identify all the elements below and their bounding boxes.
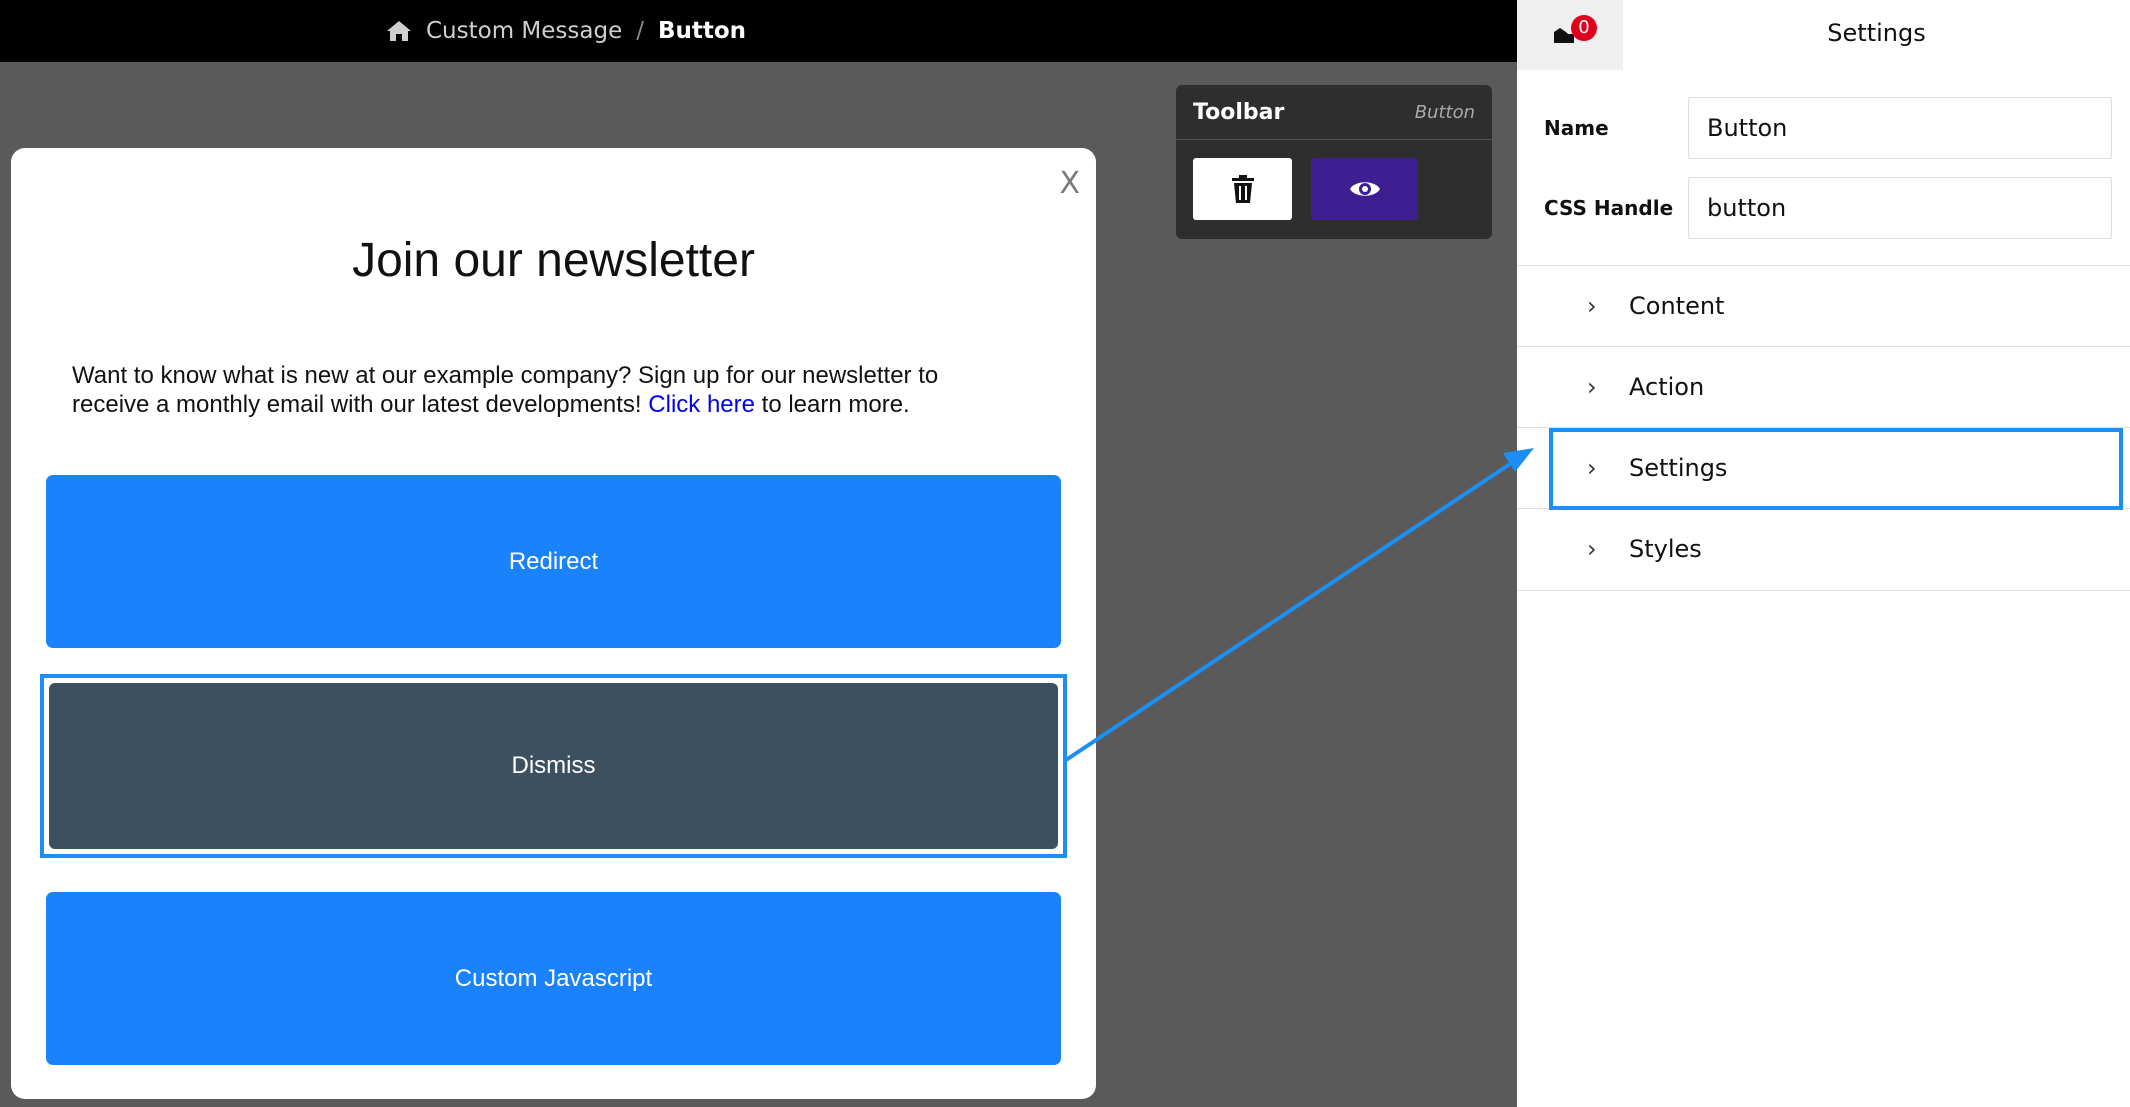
section-action[interactable]: › Action (1517, 347, 2130, 427)
toolbar-subtitle: Button (1414, 101, 1475, 123)
custom-javascript-button[interactable]: Custom Javascript (46, 892, 1061, 1065)
name-label: Name (1544, 116, 1609, 140)
toolbar-header: Toolbar Button (1176, 85, 1492, 140)
click-here-link[interactable]: Click here (648, 391, 755, 418)
breadcrumb-separator: / (636, 18, 644, 44)
breadcrumb-parent[interactable]: Custom Message (426, 18, 622, 44)
panel-title: Settings (1827, 19, 1926, 47)
delete-button[interactable] (1193, 158, 1292, 220)
newsletter-modal: X Join our newsletter Want to know what … (11, 148, 1096, 1099)
dismiss-button[interactable]: Dismiss (48, 682, 1059, 850)
section-styles[interactable]: › Styles (1517, 509, 2130, 589)
modal-body-suffix: to learn more. (761, 391, 910, 418)
element-toolbar: Toolbar Button (1176, 85, 1492, 239)
chevron-right-icon: › (1587, 535, 1597, 563)
section-action-label: Action (1629, 373, 1705, 401)
notifications-tab[interactable]: 0 (1517, 0, 1623, 70)
settings-highlight-box (1549, 428, 2123, 510)
breadcrumb-current: Button (657, 18, 747, 44)
notification-badge: 0 (1571, 15, 1597, 41)
section-content[interactable]: › Content (1517, 266, 2130, 346)
modal-title: Join our newsletter (352, 234, 755, 287)
settings-panel: 0 Settings Name CSS Handle › Content › A… (1517, 0, 2130, 1107)
toolbar-title: Toolbar (1193, 99, 1285, 125)
divider (1517, 590, 2130, 591)
chevron-right-icon: › (1587, 373, 1597, 401)
eye-icon (1349, 182, 1380, 196)
preview-button[interactable] (1311, 158, 1418, 220)
trash-icon (1231, 175, 1254, 203)
name-input[interactable] (1688, 97, 2112, 159)
section-content-label: Content (1629, 292, 1725, 320)
breadcrumb: Custom Message / Button (386, 0, 746, 62)
css-handle-label: CSS Handle (1544, 196, 1674, 220)
modal-body-text: Want to know what is new at our example … (72, 361, 1002, 419)
modal-close-button[interactable]: X (1059, 166, 1080, 201)
chevron-right-icon: › (1587, 292, 1597, 320)
section-styles-label: Styles (1629, 535, 1702, 563)
redirect-button[interactable]: Redirect (46, 475, 1061, 648)
top-bar: Custom Message / Button (0, 0, 1517, 62)
home-icon[interactable] (386, 19, 412, 43)
css-handle-input[interactable] (1688, 177, 2112, 239)
dismiss-selection-outline: Dismiss (40, 674, 1067, 858)
